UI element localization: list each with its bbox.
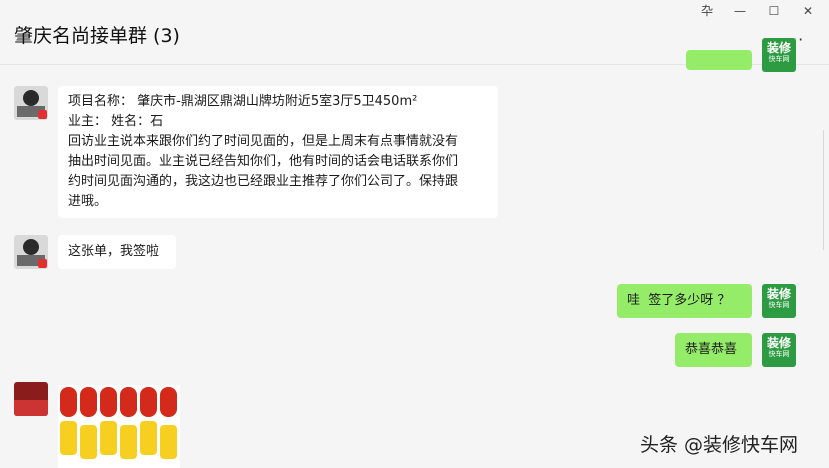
partial-self-bubble[interactable] (686, 50, 752, 70)
message-bubble[interactable]: 项目名称： 肇庆市-鼎湖区鼎湖山牌坊附近5室3厅5卫450m² 业主： 姓名：石… (58, 86, 498, 218)
message-line: 项目名称： 肇庆市-鼎湖区鼎湖山牌坊附近5室3厅5卫450m² (68, 94, 418, 109)
close-button[interactable]: ✕ (794, 2, 822, 20)
minimize-button[interactable]: — (726, 2, 754, 20)
message-line: 进哦。 (68, 194, 108, 209)
firecracker-image[interactable] (58, 385, 180, 468)
logo-subtext: 快车网 (768, 55, 790, 63)
person-avatar[interactable] (14, 86, 48, 120)
self-message-bubble[interactable]: 恭喜恭喜 (675, 333, 752, 367)
message-line: 业主： 姓名：石 (68, 114, 164, 129)
logo-subtext: 快车网 (768, 301, 790, 309)
self-avatar[interactable]: 装修 快车网 (762, 38, 796, 72)
self-message-bubble[interactable]: 哇 签了多少呀 ？ (617, 284, 752, 318)
message-line: 回访业主说本来跟你们约了时间见面的，但是上周末有点事情就没有 (68, 134, 459, 149)
person-avatar[interactable] (14, 235, 48, 269)
message-text: 哇 签了多少呀 ？ (627, 293, 731, 308)
logo-subtext: 快车网 (768, 350, 790, 358)
self-avatar[interactable]: 装修 快车网 (762, 333, 796, 367)
watermark: 头条 @装修快车网 (640, 434, 799, 456)
self-avatar[interactable]: 装修 快车网 (762, 284, 796, 318)
message-text: 恭喜恭喜 (685, 342, 738, 357)
message-bubble[interactable]: 这张单，我签啦 (58, 235, 176, 269)
maximize-button[interactable]: ☐ (760, 2, 788, 20)
group-avatar[interactable] (14, 382, 48, 416)
message-line: 约时间见面沟通的，我这边也已经跟业主推荐了你们公司了。保持跟 (68, 174, 459, 189)
pin-icon[interactable]: 卆 (693, 2, 721, 20)
message-text: 这张单，我签啦 (68, 244, 160, 259)
chat-title: 肇庆名尚接单群 (3) (14, 25, 180, 47)
logo-text: 装修 (766, 41, 791, 55)
logo-text: 装修 (766, 287, 791, 301)
scrollbar-edge (823, 130, 829, 250)
logo-text: 装修 (766, 336, 791, 350)
message-line: 抽出时间见面。业主说已经告知你们，他有时间的话会电话联系你们 (68, 154, 459, 169)
